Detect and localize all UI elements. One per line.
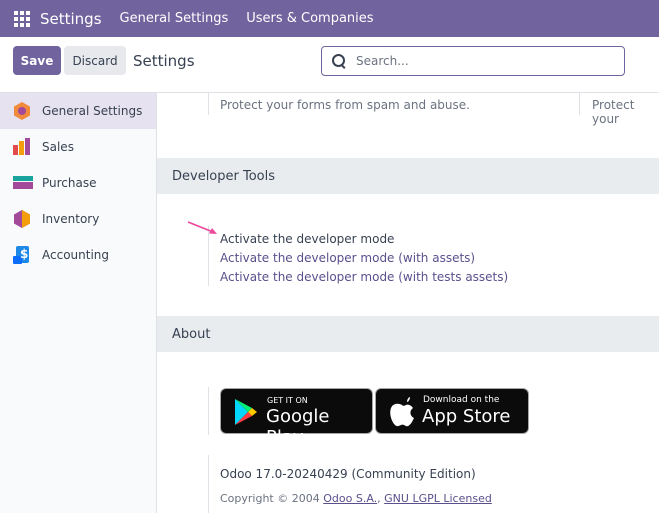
setting-divider bbox=[579, 93, 580, 115]
apps-menu-icon[interactable] bbox=[14, 10, 30, 27]
settings-sidebar: General Settings Sales Purchase Inventor… bbox=[0, 93, 157, 513]
sidebar-item-label: Inventory bbox=[42, 212, 100, 226]
setting-divider bbox=[208, 93, 209, 115]
activate-developer-mode-tests-assets-link[interactable]: Activate the developer mode (with tests … bbox=[220, 270, 508, 284]
developer-tools-header: Developer Tools bbox=[157, 158, 659, 194]
google-play-badge[interactable]: GET IT ON Google Play bbox=[220, 388, 373, 448]
app-store-small-text: Download on the bbox=[423, 395, 500, 405]
activate-developer-mode-link[interactable]: Activate the developer mode bbox=[220, 232, 394, 246]
sidebar-item-accounting[interactable]: $ Accounting bbox=[0, 237, 156, 273]
google-play-icon bbox=[235, 399, 257, 425]
search-input[interactable] bbox=[356, 54, 606, 68]
search-box[interactable] bbox=[321, 46, 625, 76]
save-button[interactable]: Save bbox=[13, 46, 61, 75]
copyright-prefix: Copyright © 2004 bbox=[220, 492, 320, 505]
top-navbar: Settings General Settings Users & Compan… bbox=[0, 0, 659, 37]
nav-general-settings[interactable]: General Settings bbox=[120, 11, 229, 26]
sidebar-item-purchase[interactable]: Purchase bbox=[0, 165, 156, 201]
nav-users-companies[interactable]: Users & Companies bbox=[246, 11, 373, 26]
general-settings-icon bbox=[13, 102, 31, 120]
about-header: About bbox=[157, 316, 659, 352]
purchase-icon bbox=[13, 174, 33, 192]
inventory-icon bbox=[13, 210, 31, 228]
settings-content: Protect your forms from spam and abuse. … bbox=[157, 93, 659, 513]
control-panel: Save Discard Settings bbox=[0, 37, 659, 93]
sales-icon bbox=[13, 138, 31, 156]
setting-divider bbox=[208, 387, 209, 435]
accounting-icon: $ bbox=[13, 246, 31, 264]
sidebar-item-label: Accounting bbox=[42, 248, 110, 262]
google-play-small-text: GET IT ON bbox=[267, 396, 308, 405]
sidebar-item-inventory[interactable]: Inventory bbox=[0, 201, 156, 237]
apple-icon bbox=[390, 397, 414, 427]
version-text: Odoo 17.0-20240429 (Community Edition) bbox=[220, 467, 476, 481]
spam-protection-text: Protect your forms from spam and abuse. bbox=[220, 98, 470, 112]
sidebar-item-label: General Settings bbox=[42, 104, 143, 118]
search-icon bbox=[332, 54, 346, 68]
discard-button[interactable]: Discard bbox=[64, 46, 126, 75]
license-link[interactable]: GNU LGPL Licensed bbox=[384, 492, 492, 505]
odoo-company-link[interactable]: Odoo S.A. bbox=[323, 492, 377, 505]
annotation-arrow-icon bbox=[187, 221, 217, 234]
sidebar-item-sales[interactable]: Sales bbox=[0, 129, 156, 165]
setting-divider bbox=[208, 455, 209, 513]
spam-protection-text-right: Protect your bbox=[592, 98, 635, 126]
sidebar-item-general-settings[interactable]: General Settings bbox=[0, 93, 156, 129]
copyright-text: Copyright © 2004 Odoo S.A., GNU LGPL Lic… bbox=[220, 492, 492, 505]
activate-developer-mode-assets-link[interactable]: Activate the developer mode (with assets… bbox=[220, 251, 475, 265]
app-store-badge[interactable]: Download on the App Store bbox=[375, 388, 529, 434]
google-play-big-text: Google Play bbox=[266, 406, 330, 448]
app-store-big-text: App Store bbox=[422, 406, 511, 427]
nav-brand[interactable]: Settings bbox=[40, 10, 102, 28]
sidebar-item-label: Purchase bbox=[42, 176, 97, 190]
sidebar-item-label: Sales bbox=[42, 140, 74, 154]
page-title: Settings bbox=[133, 52, 195, 70]
